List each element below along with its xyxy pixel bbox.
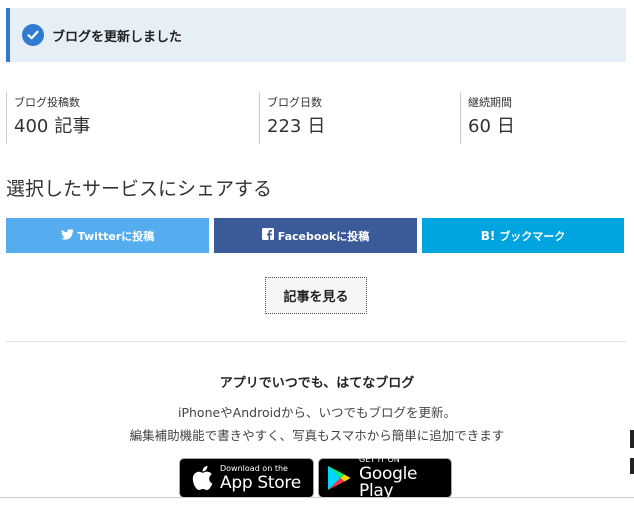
check-circle-icon: [22, 24, 44, 46]
app-promo-line-1: iPhoneやAndroidから、いつでもブログを更新。: [177, 405, 457, 420]
scrollbar-fragment[interactable]: [630, 430, 634, 448]
google-play-logo-icon: [327, 465, 351, 491]
bottom-border: [0, 497, 634, 498]
facebook-icon: [261, 228, 278, 243]
hatena-bookmark-button[interactable]: B! ブックマーク: [422, 218, 624, 253]
twitter-share-button[interactable]: Twitterに投稿: [6, 218, 209, 253]
twitter-share-label: Twitterに投稿: [77, 229, 155, 243]
stat-post-count: ブログ投稿数 400 記事: [6, 92, 256, 144]
stat-value: 60 日: [468, 116, 515, 137]
blog-stats: ブログ投稿数 400 記事 ブログ日数 223 日 継続期間 60 日: [6, 92, 628, 144]
facebook-share-button[interactable]: Facebookに投稿: [214, 218, 417, 253]
notice-message: ブログを更新しました: [52, 29, 183, 45]
scrollbar-fragment[interactable]: [630, 458, 634, 474]
view-article-button[interactable]: 記事を見る: [265, 277, 367, 314]
twitter-bird-icon: [60, 228, 78, 243]
stat-label: ブログ投稿数: [14, 96, 80, 109]
app-store-badge[interactable]: Download on the App Store: [179, 458, 314, 498]
stat-label: ブログ日数: [267, 96, 322, 109]
apple-logo-icon: [191, 465, 213, 491]
hatena-bookmark-label: ブックマーク: [499, 229, 566, 243]
share-heading: 選択したサービスにシェアする: [6, 178, 273, 200]
stat-continuation: 継続期間 60 日: [460, 92, 628, 144]
facebook-share-label: Facebookに投稿: [277, 229, 370, 243]
google-play-badge[interactable]: GET IT ON Google Play: [318, 455, 452, 501]
stat-value: 400 記事: [14, 116, 91, 137]
stat-label: 継続期間: [468, 96, 512, 109]
app-store-big-text: App Store: [220, 472, 301, 493]
divider: [6, 341, 626, 342]
hatena-bookmark-icon: B!: [480, 228, 496, 243]
app-promo-line-2: 編集補助機能で書きやすく、写真もスマホから簡単に追加できます: [129, 428, 505, 443]
google-play-small-text: GET IT ON: [359, 455, 400, 464]
stat-blog-days: ブログ日数 223 日: [259, 92, 459, 144]
stat-value: 223 日: [267, 116, 326, 137]
app-store-small-text: Download on the: [220, 463, 288, 473]
google-play-big-text: Google Play: [359, 464, 418, 501]
app-promo-title: アプリでいつでも、はてなブログ: [219, 376, 415, 391]
success-notice: ブログを更新しました: [6, 8, 626, 62]
